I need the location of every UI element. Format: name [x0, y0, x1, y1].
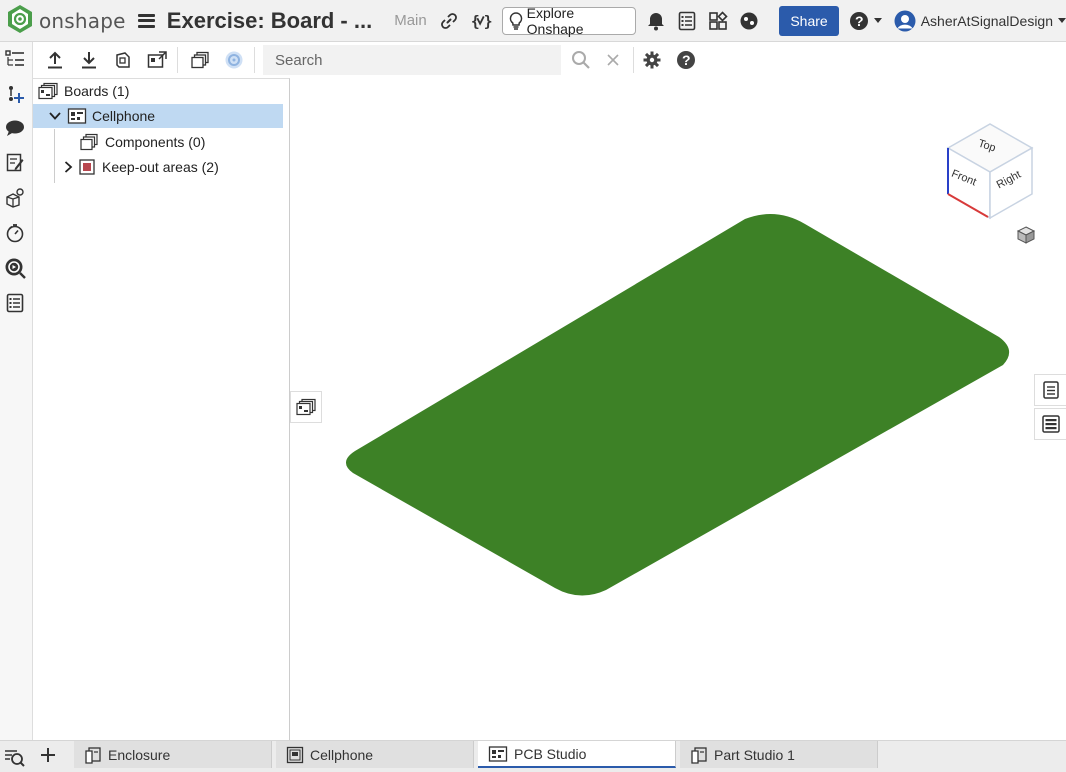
tab-part-studio-1[interactable]: Part Studio 1 — [680, 741, 878, 768]
properties-panel-button[interactable] — [1034, 374, 1066, 406]
tab-label: Cellphone — [310, 746, 374, 763]
top-bar: onshape Exercise: Board - ... Main {} Ex… — [0, 0, 1066, 42]
pcb-board-icon — [67, 107, 87, 125]
bom-panel-button[interactable] — [1034, 408, 1066, 440]
chevron-down-icon — [873, 18, 882, 23]
gear-icon[interactable] — [640, 48, 664, 72]
help-icon[interactable]: ? — [674, 48, 698, 72]
notes-icon[interactable] — [4, 152, 26, 174]
boards-stack-icon — [37, 82, 59, 100]
sync-disabled-icon[interactable] — [222, 48, 246, 72]
chevron-down-icon — [1058, 18, 1066, 23]
avatar — [894, 10, 916, 32]
tab-bar: Enclosure Cellphone PCB Studio Part Stud… — [0, 740, 1066, 772]
tab-label: PCB Studio — [514, 745, 587, 762]
components-stack-icon[interactable] — [188, 48, 212, 72]
search-box — [263, 45, 561, 75]
board-export-icon[interactable] — [145, 48, 169, 72]
board-outline-icon[interactable] — [111, 48, 135, 72]
svg-text:?: ? — [855, 13, 864, 29]
chevron-down-icon[interactable] — [49, 111, 61, 121]
insert-component-icon[interactable] — [4, 83, 26, 105]
tree-guide-line — [54, 129, 55, 183]
document-title[interactable]: Exercise: Board - ... — [167, 8, 372, 34]
onshape-app: onshape Exercise: Board - ... Main {} Ex… — [0, 0, 1066, 772]
svg-text:}: } — [483, 13, 491, 30]
main-menu-button[interactable] — [137, 13, 155, 28]
left-panel-strip — [0, 42, 33, 740]
help-menu-button[interactable]: ? — [849, 10, 882, 32]
toolbar-divider — [254, 47, 255, 73]
components-stack-icon — [79, 133, 99, 151]
board-tree-panel: Boards (1) Cellphone Components (0) Keep… — [33, 78, 290, 740]
help-question-icon: ? — [849, 11, 869, 31]
tree-label-boards: Boards (1) — [64, 83, 130, 99]
comments-icon[interactable] — [4, 117, 26, 139]
onshape-logo-icon — [6, 4, 34, 38]
toolbar-divider — [177, 47, 178, 73]
properties-list-icon — [1042, 381, 1059, 399]
tasks-checklist-icon[interactable] — [677, 10, 698, 32]
explore-onshape-button[interactable]: Explore Onshape — [501, 4, 636, 37]
share-button[interactable]: Share — [779, 5, 839, 36]
drawing-icon — [286, 746, 304, 764]
explore-onshape-label: Explore Onshape — [526, 4, 584, 37]
tab-enclosure[interactable]: Enclosure — [74, 741, 272, 768]
graphics-viewport[interactable]: Top Front Right — [290, 78, 1066, 740]
part-studio-icon — [84, 746, 102, 764]
toggle-feature-panel-button[interactable] — [290, 391, 322, 423]
user-menu[interactable]: AsherAtSignalDesign — [894, 10, 1066, 32]
tree-node-cellphone[interactable]: Cellphone — [33, 104, 283, 128]
user-name: AsherAtSignalDesign — [920, 12, 1053, 29]
featurescript-icon[interactable]: {} — [470, 10, 492, 32]
tree-node-boards[interactable]: Boards (1) — [37, 79, 287, 103]
clear-search-icon[interactable] — [601, 48, 625, 72]
add-tab-button[interactable] — [38, 745, 58, 765]
studio-toolbar: ? — [33, 42, 1066, 78]
pcb-board-icon — [488, 745, 508, 763]
tree-label-components: Components (0) — [105, 134, 206, 150]
tree-label-keepout-areas: Keep-out areas (2) — [102, 159, 219, 175]
tree-node-keepout-areas[interactable]: Keep-out areas (2) — [63, 155, 283, 179]
notifications-bell-icon[interactable] — [646, 10, 667, 32]
pcb-board-3d[interactable] — [345, 214, 1010, 596]
timer-icon[interactable] — [4, 222, 26, 244]
boards-stack-icon — [295, 398, 317, 416]
branch-name[interactable]: Main — [394, 12, 427, 29]
tree-label-cellphone: Cellphone — [92, 108, 156, 124]
lightbulb-icon — [509, 11, 523, 30]
link-icon[interactable] — [439, 10, 460, 32]
tab-cellphone[interactable]: Cellphone — [276, 741, 474, 768]
onshape-logo-text: onshape — [39, 8, 126, 33]
view-options-cube-icon[interactable] — [1016, 225, 1036, 245]
search-icon[interactable] — [569, 48, 593, 72]
tab-label: Part Studio 1 — [714, 746, 795, 763]
onshape-logo[interactable]: onshape — [6, 4, 126, 38]
checklist-panel-icon[interactable] — [4, 292, 26, 314]
search-tabs-icon[interactable] — [3, 746, 25, 768]
svg-text:?: ? — [682, 52, 691, 68]
bill-of-materials-icon — [1041, 415, 1060, 433]
tab-pcb-studio[interactable]: PCB Studio — [478, 741, 676, 768]
toolbar-divider — [633, 47, 634, 73]
view-cube[interactable]: Top Front Right — [944, 118, 1036, 222]
upload-icon[interactable] — [43, 48, 67, 72]
search-analysis-icon[interactable] — [4, 257, 26, 279]
tab-label: Enclosure — [108, 746, 171, 763]
search-input[interactable] — [275, 51, 555, 69]
download-icon[interactable] — [77, 48, 101, 72]
learning-center-icon[interactable] — [738, 10, 759, 32]
parts-cube-icon[interactable] — [4, 187, 26, 209]
keepout-area-icon — [79, 159, 95, 175]
feature-list-icon[interactable] — [4, 48, 26, 70]
tree-node-components[interactable]: Components (0) — [79, 130, 279, 154]
app-store-grid-icon[interactable] — [708, 10, 729, 32]
chevron-right-icon[interactable] — [63, 161, 73, 173]
part-studio-icon — [690, 746, 708, 764]
